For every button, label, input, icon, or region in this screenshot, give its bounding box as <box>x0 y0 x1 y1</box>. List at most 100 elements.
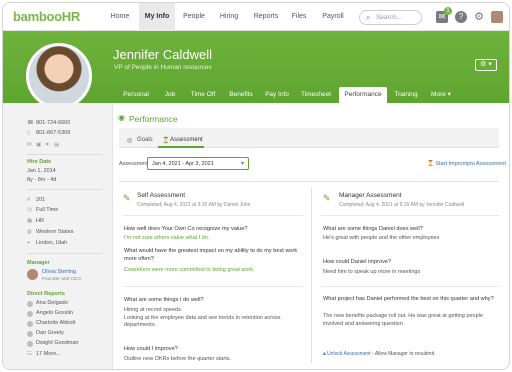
tab-job[interactable]: Job <box>157 87 183 103</box>
self-answer-3: Hiring at record speeds. Looking at the … <box>124 307 281 328</box>
tab-personal[interactable]: Personal <box>117 87 155 103</box>
location: Lindon, Utah <box>36 240 68 246</box>
section-title: Performance <box>129 114 178 124</box>
top-navigation: bambooHR Home My Info People Hiring Repo… <box>3 3 509 31</box>
employee-name: Jennifer Caldwell <box>113 47 212 62</box>
manager-assessment-title: Manager Assessment <box>339 192 402 199</box>
linkedin-icon[interactable]: ▣ <box>36 142 41 148</box>
employee-title: VP of People in Human resources <box>114 64 212 71</box>
nav-my-info[interactable]: My Info <box>139 3 175 31</box>
report-avatar <box>27 341 33 347</box>
manager-title: Founder and CEO <box>42 277 81 282</box>
manager-question-1: What are some things Daniel does well? <box>323 226 423 232</box>
clock-icon: ◷ <box>27 207 32 213</box>
manager-question-2: How could Daniel improve? <box>323 259 392 265</box>
report-name[interactable]: Angelo Gosslin <box>36 310 73 316</box>
assessment-period-select[interactable]: Jan 4, 2021 - Apr 3, 2021 ▾ <box>147 157 249 170</box>
start-impromptu-assessment-link[interactable]: ⏳ Start Impromptu Assessment <box>427 161 506 167</box>
sidebar-divider <box>27 189 103 190</box>
globe-icon: ◍ <box>27 229 32 235</box>
lock-icon: 🔒︎ <box>323 351 326 357</box>
sidebar-divider <box>27 154 103 155</box>
search-icon: ⌕ <box>366 13 371 22</box>
tab-pay-info[interactable]: Pay Info <box>261 87 293 103</box>
department: HR <box>36 218 44 224</box>
self-question-3: What are some things I do well? <box>124 297 204 303</box>
search-placeholder: Search... <box>376 14 403 21</box>
id-icon: # <box>27 197 31 203</box>
report-name[interactable]: Charlotte Abbott <box>36 320 75 326</box>
report-name[interactable]: Dan Greely <box>36 330 64 336</box>
profile-avatar <box>26 43 92 109</box>
search-input[interactable]: ⌕ Search... <box>359 10 422 25</box>
subtab-assessment[interactable]: Assessment <box>170 137 203 143</box>
user-avatar-icon[interactable] <box>491 11 503 23</box>
report-avatar <box>27 311 33 317</box>
nav-hiring[interactable]: Hiring <box>213 3 245 31</box>
unlock-assessment-link[interactable]: Unlock Assessment <box>327 351 371 357</box>
self-question-2: What would have the greatest impact on m… <box>124 248 298 262</box>
tab-more[interactable]: More ▾ <box>425 87 457 103</box>
card-divider <box>123 286 303 287</box>
self-assessment-icon: ✎ <box>123 193 131 203</box>
manager-assessment-icon: ✎ <box>323 193 331 203</box>
self-answer-4: Outline new OKRs before the quarter star… <box>124 356 231 362</box>
manager-answer-2: Need him to speak up more in meetings <box>323 269 421 275</box>
content-divider <box>119 181 499 182</box>
direct-reports-label: Direct Reports <box>27 291 65 297</box>
self-answer-2: Coworkers were more committed to doing g… <box>124 267 255 273</box>
department-icon: ▦ <box>27 218 33 224</box>
manager-avatar[interactable] <box>27 269 38 280</box>
manager-name[interactable]: Olivia Sterling <box>42 269 76 275</box>
assessment-icon: ⏳ <box>162 138 170 144</box>
settings-gear-icon[interactable]: ⚙ <box>473 11 485 23</box>
email-icon[interactable]: ✉ <box>27 142 32 148</box>
unlock-assessment-hint: - Allow Manager to resubmit <box>372 351 435 357</box>
unlock-assessment-row: 🔒︎ Unlock Assessment - Allow Manager to … <box>323 351 434 357</box>
self-assessment-title: Self Assessment <box>137 192 186 199</box>
twitter-icon[interactable]: ✦ <box>45 142 50 148</box>
sidebar-divider <box>27 253 103 254</box>
tab-time-off[interactable]: Time Off <box>185 87 221 103</box>
card-divider <box>321 286 499 287</box>
tab-performance[interactable]: Performance <box>339 87 387 103</box>
report-name[interactable]: Dwight Goodman <box>36 340 79 346</box>
nav-reports[interactable]: Reports <box>247 3 285 31</box>
notification-badge: 1 <box>444 7 452 15</box>
people-icon: ☷ <box>27 351 32 357</box>
app-window: bambooHR Home My Info People Hiring Repo… <box>2 2 510 370</box>
nav-people[interactable]: People <box>177 3 211 31</box>
report-name[interactable]: Ana Delgado <box>36 300 68 306</box>
tab-benefits[interactable]: Benefits <box>223 87 259 103</box>
tenure: 8y - 8m - 4d <box>27 177 57 183</box>
nav-home[interactable]: Home <box>103 3 137 31</box>
manager-answer-1: He's great with people and the other emp… <box>323 235 440 241</box>
goals-icon: ◎ <box>127 138 133 144</box>
report-avatar <box>27 331 33 337</box>
subtab-goals[interactable]: Goals <box>137 137 153 143</box>
facebook-icon[interactable]: ▤ <box>54 142 59 148</box>
card-divider <box>321 215 499 216</box>
employment-type: Full Time <box>36 207 59 213</box>
nav-files[interactable]: Files <box>285 3 313 31</box>
help-icon[interactable]: ? <box>455 11 467 23</box>
profile-settings-button[interactable]: ⚙ ▾ <box>475 59 497 71</box>
bamboohr-logo[interactable]: bambooHR <box>13 9 80 24</box>
employee-number: 201 <box>36 197 46 203</box>
tab-training[interactable]: Training <box>389 87 423 103</box>
more-reports-link[interactable]: 17 More... <box>36 351 61 357</box>
hire-date: Jan 1, 2014 <box>27 168 56 174</box>
manager-answer-3: The new benefits package roll out. He wa… <box>323 313 483 327</box>
manager-assessment-completed: Completed: Aug 4, 2021 at 9:15 AM by Jen… <box>339 202 465 208</box>
hire-date-label: Hire Date <box>27 159 52 165</box>
phone-icon: ☎ <box>27 120 34 126</box>
assessment-period-value: Jan 4, 2021 - Apr 3, 2021 <box>152 161 214 167</box>
column-divider <box>311 188 312 363</box>
active-subtab-indicator <box>158 146 204 148</box>
chevron-down-icon: ▾ <box>240 161 244 167</box>
tab-timesheet[interactable]: Timesheet <box>295 87 337 103</box>
mobile-phone: 801-867-5309 <box>36 130 71 136</box>
region: Western States <box>36 229 74 235</box>
self-answer-1: I'm not sure others value what I do. <box>124 235 210 241</box>
nav-payroll[interactable]: Payroll <box>315 3 351 31</box>
